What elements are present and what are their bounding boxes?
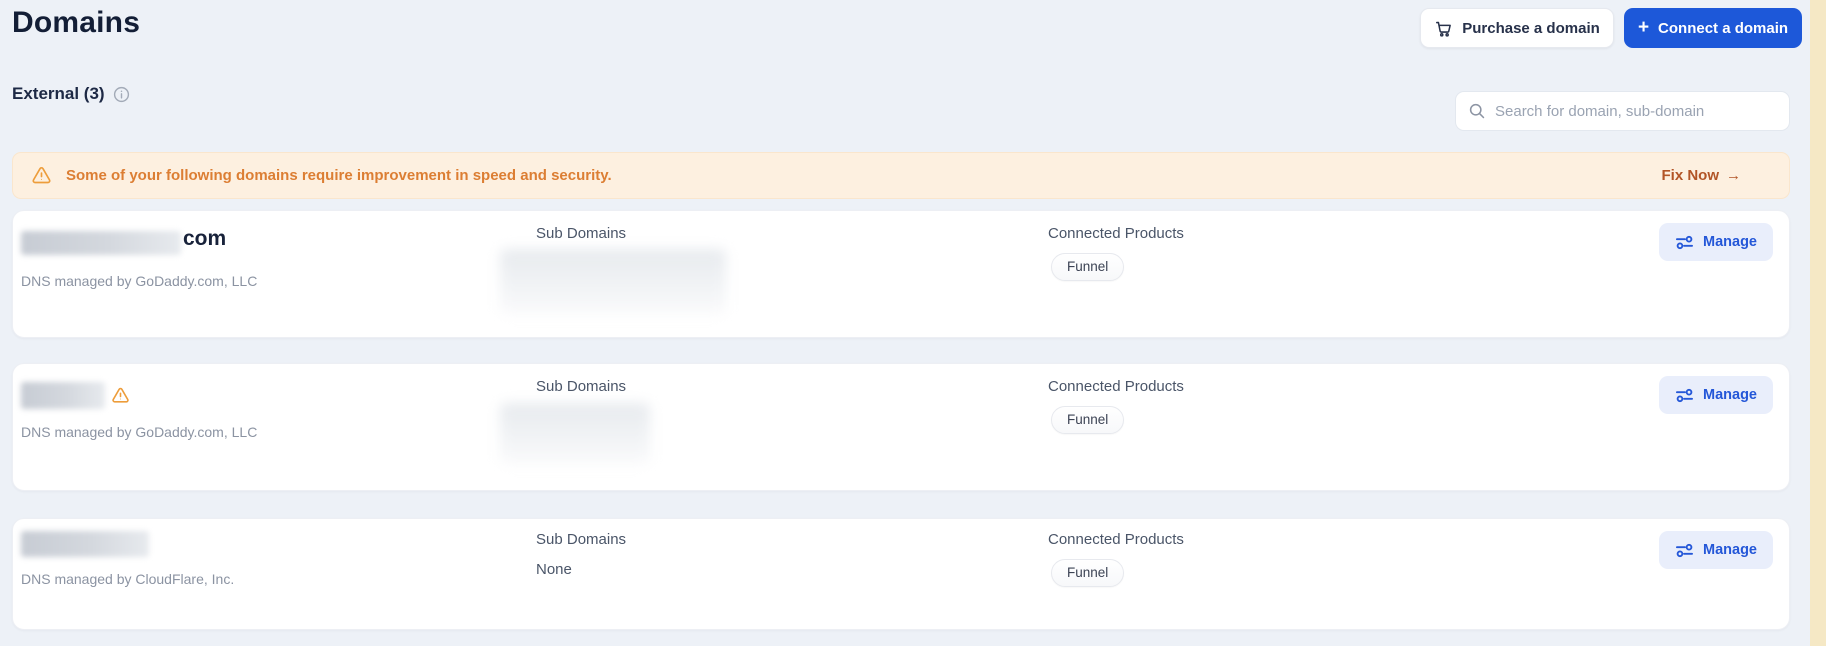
connected-products-column-header: Connected Products [1048, 378, 1184, 395]
manage-button-label: Manage [1703, 387, 1757, 403]
redacted-subdomains [500, 403, 650, 465]
domain-card: DNS managed by GoDaddy.com, LLC Sub Doma… [12, 363, 1790, 491]
speed-security-banner: Some of your following domains require i… [12, 152, 1790, 199]
right-edge-strip [1810, 0, 1826, 646]
purchase-domain-button[interactable]: Purchase a domain [1420, 8, 1614, 48]
subdomains-none-value: None [536, 561, 572, 578]
arrow-right-icon: → [1726, 167, 1741, 184]
domain-search [1455, 91, 1790, 131]
search-icon [1468, 102, 1486, 120]
redacted-domain-name [21, 531, 149, 557]
subdomains-column-header: Sub Domains [536, 531, 627, 548]
page-title: Domains [12, 6, 141, 39]
dns-provider-label: DNS managed by GoDaddy.com, LLC [21, 273, 258, 289]
connect-domain-label: Connect a domain [1658, 19, 1789, 37]
plus-icon: + [1637, 16, 1650, 38]
dns-provider-label: DNS managed by GoDaddy.com, LLC [21, 424, 258, 440]
redacted-subdomains [500, 249, 726, 315]
domain-warning-icon [111, 386, 130, 405]
info-icon[interactable] [113, 86, 130, 103]
external-section-header: External (3) [12, 84, 130, 104]
fix-now-label: Fix Now [1661, 167, 1719, 184]
connected-products-column-header: Connected Products [1048, 225, 1184, 242]
domain-card: com DNS managed by GoDaddy.com, LLC Sub … [12, 210, 1790, 338]
cart-icon [1434, 19, 1453, 38]
dns-provider-label: DNS managed by CloudFlare, Inc. [21, 571, 235, 587]
subdomains-column-header: Sub Domains [536, 378, 627, 395]
search-input[interactable] [1495, 102, 1777, 120]
purchase-domain-label: Purchase a domain [1462, 19, 1600, 37]
sliders-icon [1675, 234, 1694, 251]
external-count-label: External (3) [12, 84, 105, 103]
product-badge-funnel: Funnel [1051, 559, 1125, 587]
manage-button[interactable]: Manage [1659, 376, 1773, 414]
manage-button-label: Manage [1703, 542, 1757, 558]
subdomains-column-header: Sub Domains [536, 225, 627, 242]
product-badge-funnel: Funnel [1051, 406, 1125, 434]
connected-products-column-header: Connected Products [1048, 531, 1184, 548]
sliders-icon [1675, 387, 1694, 404]
product-badge-funnel: Funnel [1051, 253, 1125, 281]
banner-message: Some of your following domains require i… [66, 167, 612, 184]
manage-button[interactable]: Manage [1659, 531, 1773, 569]
domain-card: DNS managed by CloudFlare, Inc. Sub Doma… [12, 518, 1790, 630]
sliders-icon [1675, 542, 1694, 559]
domains-page: Domains Purchase a domain + Connect a do… [0, 0, 1826, 646]
connect-domain-button[interactable]: + Connect a domain [1624, 8, 1802, 48]
domain-name-suffix: com [183, 227, 227, 250]
warning-triangle-icon [31, 165, 52, 186]
redacted-domain-name [21, 231, 181, 255]
manage-button[interactable]: Manage [1659, 223, 1773, 261]
redacted-domain-name [21, 382, 105, 409]
manage-button-label: Manage [1703, 234, 1757, 250]
fix-now-link[interactable]: Fix Now → [1661, 153, 1741, 198]
